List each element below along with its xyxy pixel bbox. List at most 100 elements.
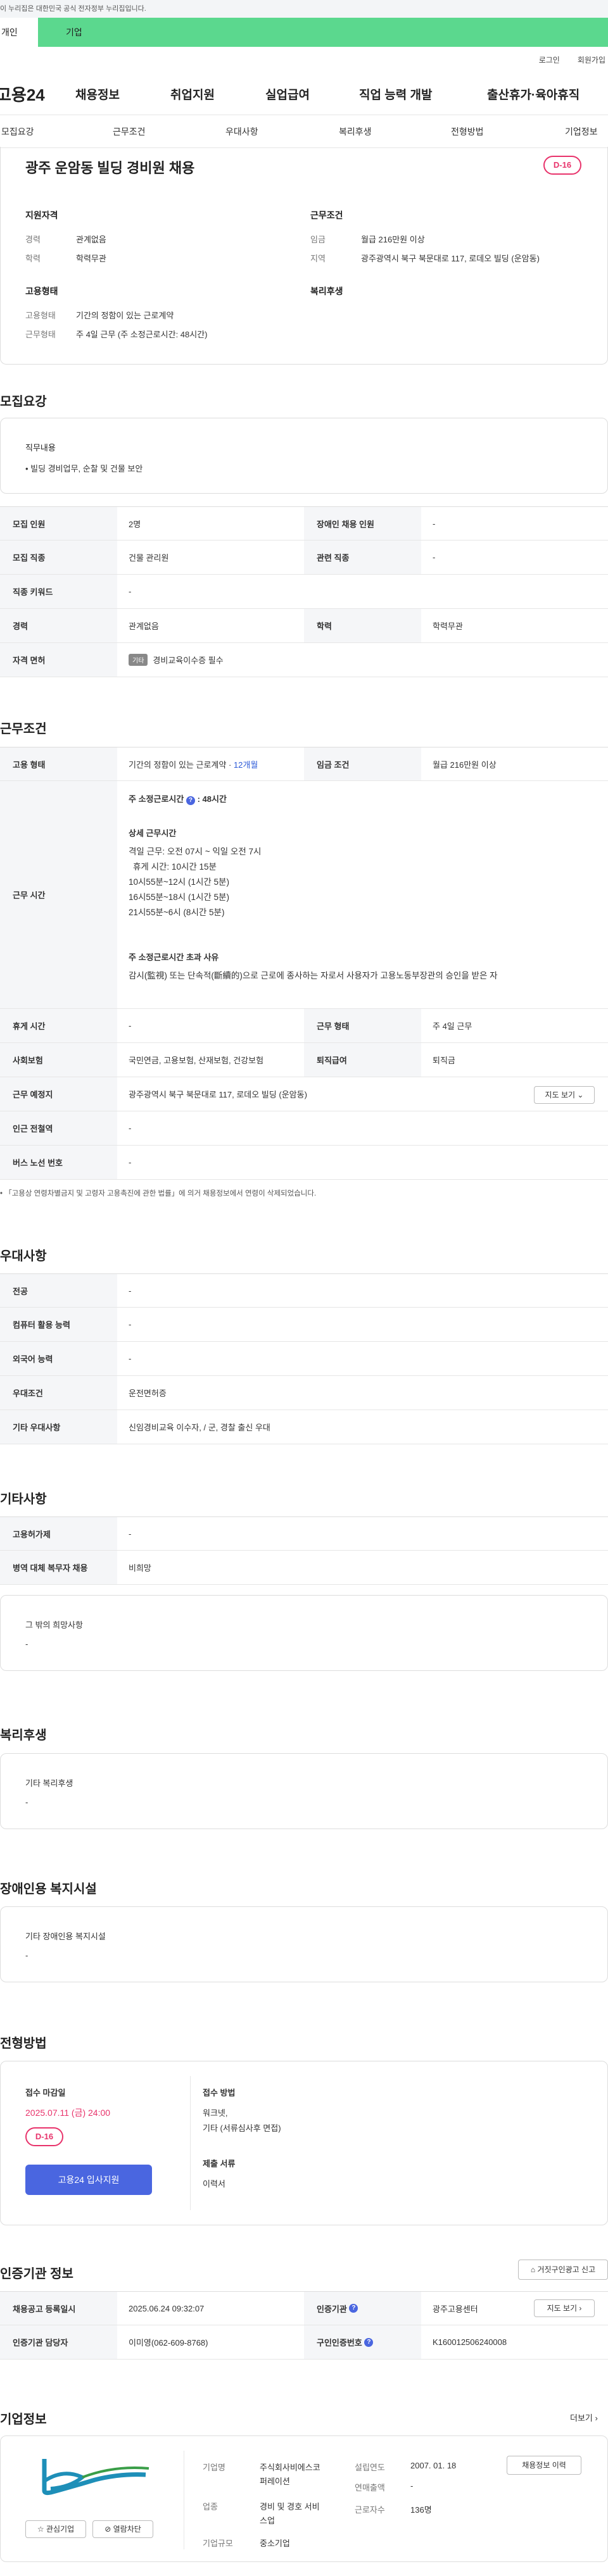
work-form-value: 주 4일 근무 <box>433 1022 472 1031</box>
table-row: 휴게 시간 - 근무 형태 주 4일 근무 <box>0 1009 608 1043</box>
weekly-hours: 주 소정근로시간 ? : 48시간 <box>129 792 227 805</box>
tab-company[interactable]: 기업 <box>38 18 608 47</box>
table-row: 고용허가제 - <box>0 1516 608 1551</box>
subnav-conditions[interactable]: 근무조건 <box>113 125 146 138</box>
table-row: 사회보험 국민연금, 고용보험, 산재보험, 건강보험 퇴직급여 퇴직금 <box>0 1043 608 1077</box>
permit-label: 고용허가제 <box>0 1517 117 1550</box>
agency-value: 광주고용센터 <box>433 2304 478 2314</box>
pc-skill-label: 컴퓨터 활용 능력 <box>0 1308 117 1341</box>
work-section-title: 근무조건 <box>0 722 47 736</box>
age-notice: • 「고용상 연령차별금지 및 고령자 고용촉진에 관한 법률」에 의거 채용정… <box>0 1190 317 1197</box>
nav-employment-support[interactable]: 취업지원 <box>170 85 265 103</box>
hours-value: 주 4일 근무 (주 소정근로시간: 48시간) <box>76 330 208 339</box>
emp-type-value: 기간의 정함이 있는 근로계약 · 12개월 <box>117 747 258 780</box>
nav-skill-development[interactable]: 직업 능력 개발 <box>359 85 487 103</box>
industry-value: 경비 및 경호 서비 <box>260 2502 320 2511</box>
info-icon[interactable]: ? <box>186 796 195 805</box>
region-value: 광주광역시 북구 북문대로 117, 로데오 빌딩 (운암동) <box>361 254 540 263</box>
workplace-label: 근무 예정지 <box>0 1077 117 1111</box>
deadline-title: 접수 마감일 <box>25 2088 66 2098</box>
overtime-reason: 감시(監視) 또는 단속적(斷續的)으로 근로에 종사하는 자로서 사용자가 고… <box>129 971 498 980</box>
condition-title: 근무조건 <box>310 210 343 220</box>
subnav-welfare[interactable]: 복리후생 <box>339 125 372 138</box>
map-button[interactable]: 지도 보기 ⌄ <box>534 1086 595 1104</box>
divider <box>190 2076 191 2210</box>
chevron-right-icon: › <box>579 2304 582 2313</box>
language-label: 외국어 능력 <box>0 1342 117 1375</box>
workplace-value: 광주광역시 북구 북문대로 117, 로데오 빌딩 (운암동) <box>129 1090 307 1099</box>
favorite-button[interactable]: ☆ 관심기업 <box>25 2520 86 2538</box>
table-row: 채용공고 등록일시 2025.06.24 09:32:07 인증기관 ? 광주고… <box>0 2291 608 2325</box>
bus-label: 버스 노선 번호 <box>0 1146 117 1179</box>
map-button-label: 지도 보기 <box>545 1091 576 1099</box>
career-label: 경력 <box>25 235 41 244</box>
wage-value: 월급 216만원 이상 <box>361 235 425 244</box>
break-value: - <box>129 1021 132 1030</box>
nav-parental-leave[interactable]: 출산휴가·육아휴직 <box>487 85 580 103</box>
contract-months: 12개월 <box>233 760 258 770</box>
detail-line: 휴게 시간: 10시간 15분 <box>133 862 217 872</box>
chevron-right-icon: › <box>595 2413 598 2423</box>
founded-label: 설립연도 <box>355 2463 385 2472</box>
bus-value: - <box>129 1158 132 1167</box>
process-box <box>0 2061 608 2225</box>
education-label: 학력 <box>304 609 421 642</box>
welfare-value: - <box>25 1798 28 1807</box>
break-label: 휴게 시간 <box>0 1009 117 1042</box>
info-icon[interactable]: ? <box>349 2304 358 2313</box>
report-button[interactable]: ⌂ 거짓구인광고 신고 <box>518 2260 608 2280</box>
subnav-company[interactable]: 기업정보 <box>565 125 598 138</box>
dday-badge: D-16 <box>25 2127 63 2146</box>
welfare-title: 기타 복리후생 <box>25 1779 73 1788</box>
employees-value: 136명 <box>410 2505 432 2515</box>
table-row: 자격 면허 기타 경비교육이수증 필수 <box>0 643 608 677</box>
nav-unemployment-benefit[interactable]: 실업급여 <box>265 85 359 103</box>
subnav-process[interactable]: 전형방법 <box>451 125 484 138</box>
hiring-history-button[interactable]: 채용정보 이력 <box>507 2456 581 2475</box>
facility-section-title: 장애인용 복지시설 <box>0 1882 97 1896</box>
agency-map-button[interactable]: 지도 보기 › <box>534 2299 595 2317</box>
company-more-link[interactable]: 더보기 › <box>570 2411 598 2423</box>
education-label: 학력 <box>25 254 41 263</box>
overtime-title: 주 소정근로시간 초과 사유 <box>129 953 219 962</box>
agency-label-text: 인증기관 <box>317 2304 347 2314</box>
welfare-box <box>0 1753 608 1829</box>
site-logo[interactable]: 고용24 <box>0 82 75 106</box>
reg-date-label: 채용공고 등록일시 <box>0 2292 117 2325</box>
table-row: 외국어 능력 - <box>0 1342 608 1376</box>
detail-line: 21시55분~6시 (8시간 5분) <box>129 908 225 917</box>
info-icon[interactable]: ? <box>364 2337 374 2347</box>
work-form-label: 근무 형태 <box>304 1009 421 1042</box>
reg-date-value: 2025.06.24 09:32:07 <box>129 2303 205 2313</box>
nav-jobs[interactable]: 채용정보 <box>75 85 170 103</box>
industry-value: 스업 <box>260 2516 275 2525</box>
table-row: 근무 예정지 광주광역시 북구 북문대로 117, 로데오 빌딩 (운암동) <box>0 1077 608 1111</box>
permit-value: - <box>129 1529 132 1539</box>
emp-type-label: 고용 형태 <box>0 747 117 780</box>
job-description: • 빌딩 경비업무, 순찰 및 건물 보안 <box>25 464 143 473</box>
signup-link[interactable]: 회원가입 <box>578 56 605 65</box>
tab-personal[interactable]: 개인 <box>0 18 38 47</box>
apply-button[interactable]: 고용24 입사지원 <box>25 2165 152 2195</box>
subnav-recruit[interactable]: 모집요강 <box>1 125 34 138</box>
block-button[interactable]: ⊘ 열람차단 <box>92 2520 153 2538</box>
related-value: - <box>433 553 436 562</box>
staff-label: 인증기관 담당자 <box>0 2325 117 2359</box>
wish-value: - <box>25 1639 28 1649</box>
table-row: 병역 대체 복무자 채용 비희망 <box>0 1551 608 1585</box>
insurance-value: 국민연금, 고용보험, 산재보험, 건강보험 <box>129 1056 264 1065</box>
login-link[interactable]: 로그인 <box>539 56 560 65</box>
pref-cond-label: 우대조건 <box>0 1376 117 1410</box>
block-label: 열람차단 <box>113 2525 141 2534</box>
field-value: 건물 관리원 <box>129 553 169 563</box>
table-row: 전공 - <box>0 1273 608 1308</box>
job-title: 광주 운암동 빌딩 경비원 채용 <box>25 160 195 176</box>
wage-label: 임금 조건 <box>304 747 421 780</box>
military-value: 비희망 <box>129 1563 151 1573</box>
subnav-preferences[interactable]: 우대사항 <box>225 125 258 138</box>
qualification-title: 지원자격 <box>25 210 58 220</box>
table-row: 고용 형태 기간의 정함이 있는 근로계약 · 12개월 임금 조건 월급 21… <box>0 747 608 781</box>
license-badge: 기타 <box>129 654 148 666</box>
wish-box <box>0 1595 608 1671</box>
company-section-title: 기업정보 <box>0 2413 47 2427</box>
